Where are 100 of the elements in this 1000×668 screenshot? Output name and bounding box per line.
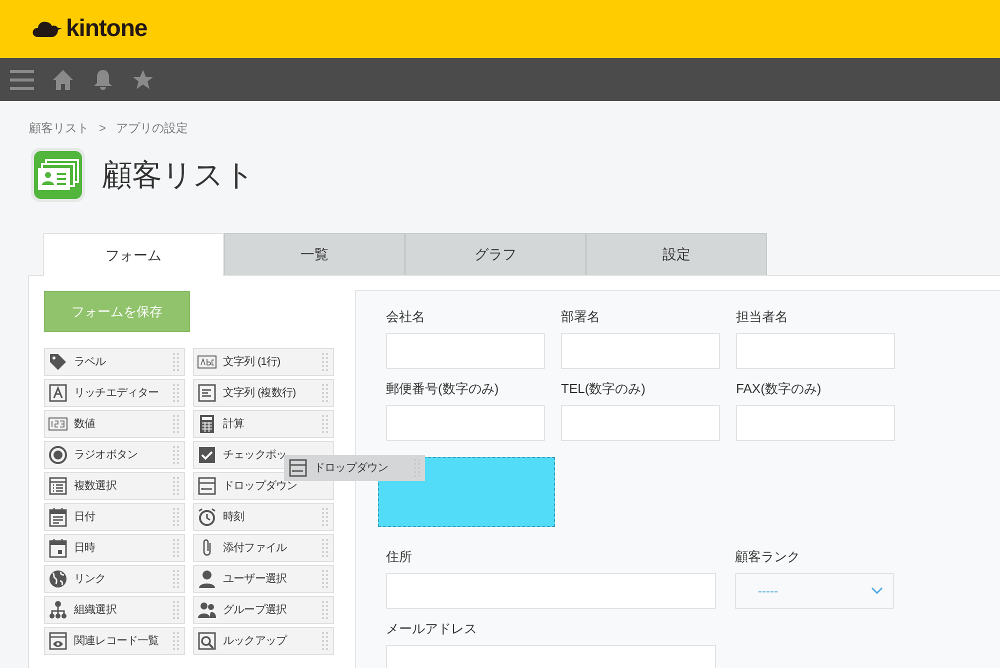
input-field[interactable] — [386, 573, 716, 609]
field-palette-item[interactable]: 計算 — [193, 410, 334, 438]
calculator-icon — [197, 414, 217, 434]
field-label: TEL(数字のみ) — [561, 380, 646, 397]
drag-handle-icon[interactable] — [321, 631, 329, 651]
input-field[interactable] — [561, 405, 720, 441]
item-label: 複数選択 — [74, 480, 116, 492]
item-label: 添付ファイル — [223, 542, 287, 554]
drag-handle-icon[interactable] — [172, 445, 180, 465]
field-palette-item[interactable]: ユーザー選択 — [193, 565, 334, 593]
app-title: 顧客リスト — [102, 158, 255, 194]
drag-handle-icon[interactable] — [172, 414, 180, 434]
drag-handle-icon[interactable] — [321, 569, 329, 589]
eye-window-icon — [48, 631, 68, 651]
breadcrumb-separator: > — [99, 120, 106, 137]
field-palette-item[interactable]: 日付 — [44, 503, 185, 531]
field-palette-item[interactable]: グループ選択 — [193, 596, 334, 624]
checkbox-icon — [197, 445, 217, 465]
field-label: 顧客ランク — [735, 548, 801, 565]
magnifier-window-icon — [197, 631, 217, 651]
field-palette-item[interactable]: 時刻 — [193, 503, 334, 531]
input-field[interactable] — [386, 333, 545, 369]
drag-handle-icon[interactable] — [321, 538, 329, 558]
input-field[interactable] — [736, 333, 895, 369]
field-palette-item[interactable]: ラジオボタン — [44, 441, 185, 469]
field-palette-item[interactable]: 文字列 (複数行) — [193, 379, 334, 407]
field-palette-item[interactable]: 関連レコード一覧 — [44, 627, 185, 655]
field-label: 郵便番号(数字のみ) — [386, 380, 500, 397]
field-label: FAX(数字のみ) — [736, 380, 822, 397]
drag-handle-icon[interactable] — [321, 352, 329, 372]
item-label: ラベル — [74, 356, 106, 368]
item-label: 関連レコード一覧 — [74, 636, 159, 646]
star-icon[interactable] — [132, 68, 154, 90]
drag-handle-icon[interactable] — [321, 507, 329, 527]
field-palette-item[interactable]: リッチエディター — [44, 379, 185, 407]
item-label: 日時 — [74, 542, 96, 554]
letter-icon — [48, 383, 68, 403]
drag-handle-icon[interactable] — [172, 631, 180, 651]
tag-icon — [48, 352, 68, 372]
drag-handle-icon[interactable] — [321, 383, 329, 403]
item-label: 文字列 (複数行) — [223, 388, 296, 398]
calendar-icon — [48, 507, 68, 527]
drag-handle-icon[interactable] — [172, 352, 180, 372]
field-palette-item[interactable]: 組織選択 — [44, 596, 185, 624]
field-label: 部署名 — [561, 308, 601, 325]
app-icon — [30, 147, 86, 203]
item-label: リッチエディター — [74, 388, 159, 398]
field-palette-item[interactable]: 日時 — [44, 534, 185, 562]
field-palette-item[interactable]: 数値 — [44, 410, 185, 438]
item-label: ルックアップ — [223, 636, 287, 646]
drag-handle-icon[interactable] — [172, 383, 180, 403]
drag-handle-icon[interactable] — [172, 538, 180, 558]
item-label: 計算 — [223, 418, 244, 430]
field-label: 担当者名 — [736, 308, 789, 325]
field-palette-item[interactable]: 添付ファイル — [193, 534, 334, 562]
text-lines-icon — [197, 383, 217, 403]
item-label: 日付 — [74, 512, 96, 522]
input-field[interactable] — [736, 405, 895, 441]
drag-handle-icon[interactable] — [172, 476, 180, 496]
item-label: グループ選択 — [223, 604, 287, 616]
field-palette-item[interactable]: ルックアップ — [193, 627, 334, 655]
notification-icon[interactable] — [92, 68, 114, 90]
field-label: メールアドレス — [386, 620, 478, 637]
home-icon[interactable] — [52, 68, 74, 90]
tab[interactable]: フォーム — [43, 233, 224, 276]
dragged-field-item[interactable]: ドロップダウン — [284, 455, 425, 481]
tab[interactable]: グラフ — [405, 233, 586, 276]
item-label: ユーザー選択 — [223, 574, 287, 584]
drag-handle-icon[interactable] — [172, 569, 180, 589]
breadcrumb-current: アプリの設定 — [116, 120, 188, 137]
calendar-icon — [48, 538, 68, 558]
tab[interactable]: 一覧 — [224, 233, 405, 276]
alarm-clock-icon — [197, 507, 217, 527]
drag-handle-icon[interactable] — [321, 414, 329, 434]
input-field[interactable] — [386, 405, 545, 441]
globe-icon — [48, 569, 68, 589]
field-palette-item[interactable]: ラベル — [44, 348, 185, 376]
group-icon — [197, 600, 217, 620]
item-label: ラジオボタン — [74, 450, 138, 460]
tab[interactable]: 設定 — [586, 233, 767, 276]
item-label: リンク — [74, 574, 106, 584]
cloud-logo-icon — [32, 19, 62, 39]
item-label: ドロップダウン — [223, 480, 298, 492]
drag-handle-icon[interactable] — [321, 600, 329, 620]
breadcrumb-link[interactable]: 顧客リスト — [29, 119, 89, 137]
chevron-down-icon — [871, 587, 883, 595]
item-label: 組織選択 — [74, 604, 116, 616]
item-label: チェックボッ — [223, 450, 287, 460]
drag-handle-icon[interactable] — [172, 600, 180, 620]
dropdown-icon — [197, 476, 217, 496]
drag-handle-icon[interactable] — [172, 507, 180, 527]
input-field[interactable] — [561, 333, 720, 369]
field-palette-item[interactable]: リンク — [44, 565, 185, 593]
field-palette-item[interactable]: 文字列 (1行) — [193, 348, 334, 376]
item-label: 数値 — [74, 418, 96, 430]
dropdown-icon — [288, 458, 308, 478]
menu-icon[interactable] — [10, 68, 34, 90]
field-palette-item[interactable]: 複数選択 — [44, 472, 185, 500]
radio-icon — [48, 445, 68, 465]
list-icon — [48, 476, 68, 496]
